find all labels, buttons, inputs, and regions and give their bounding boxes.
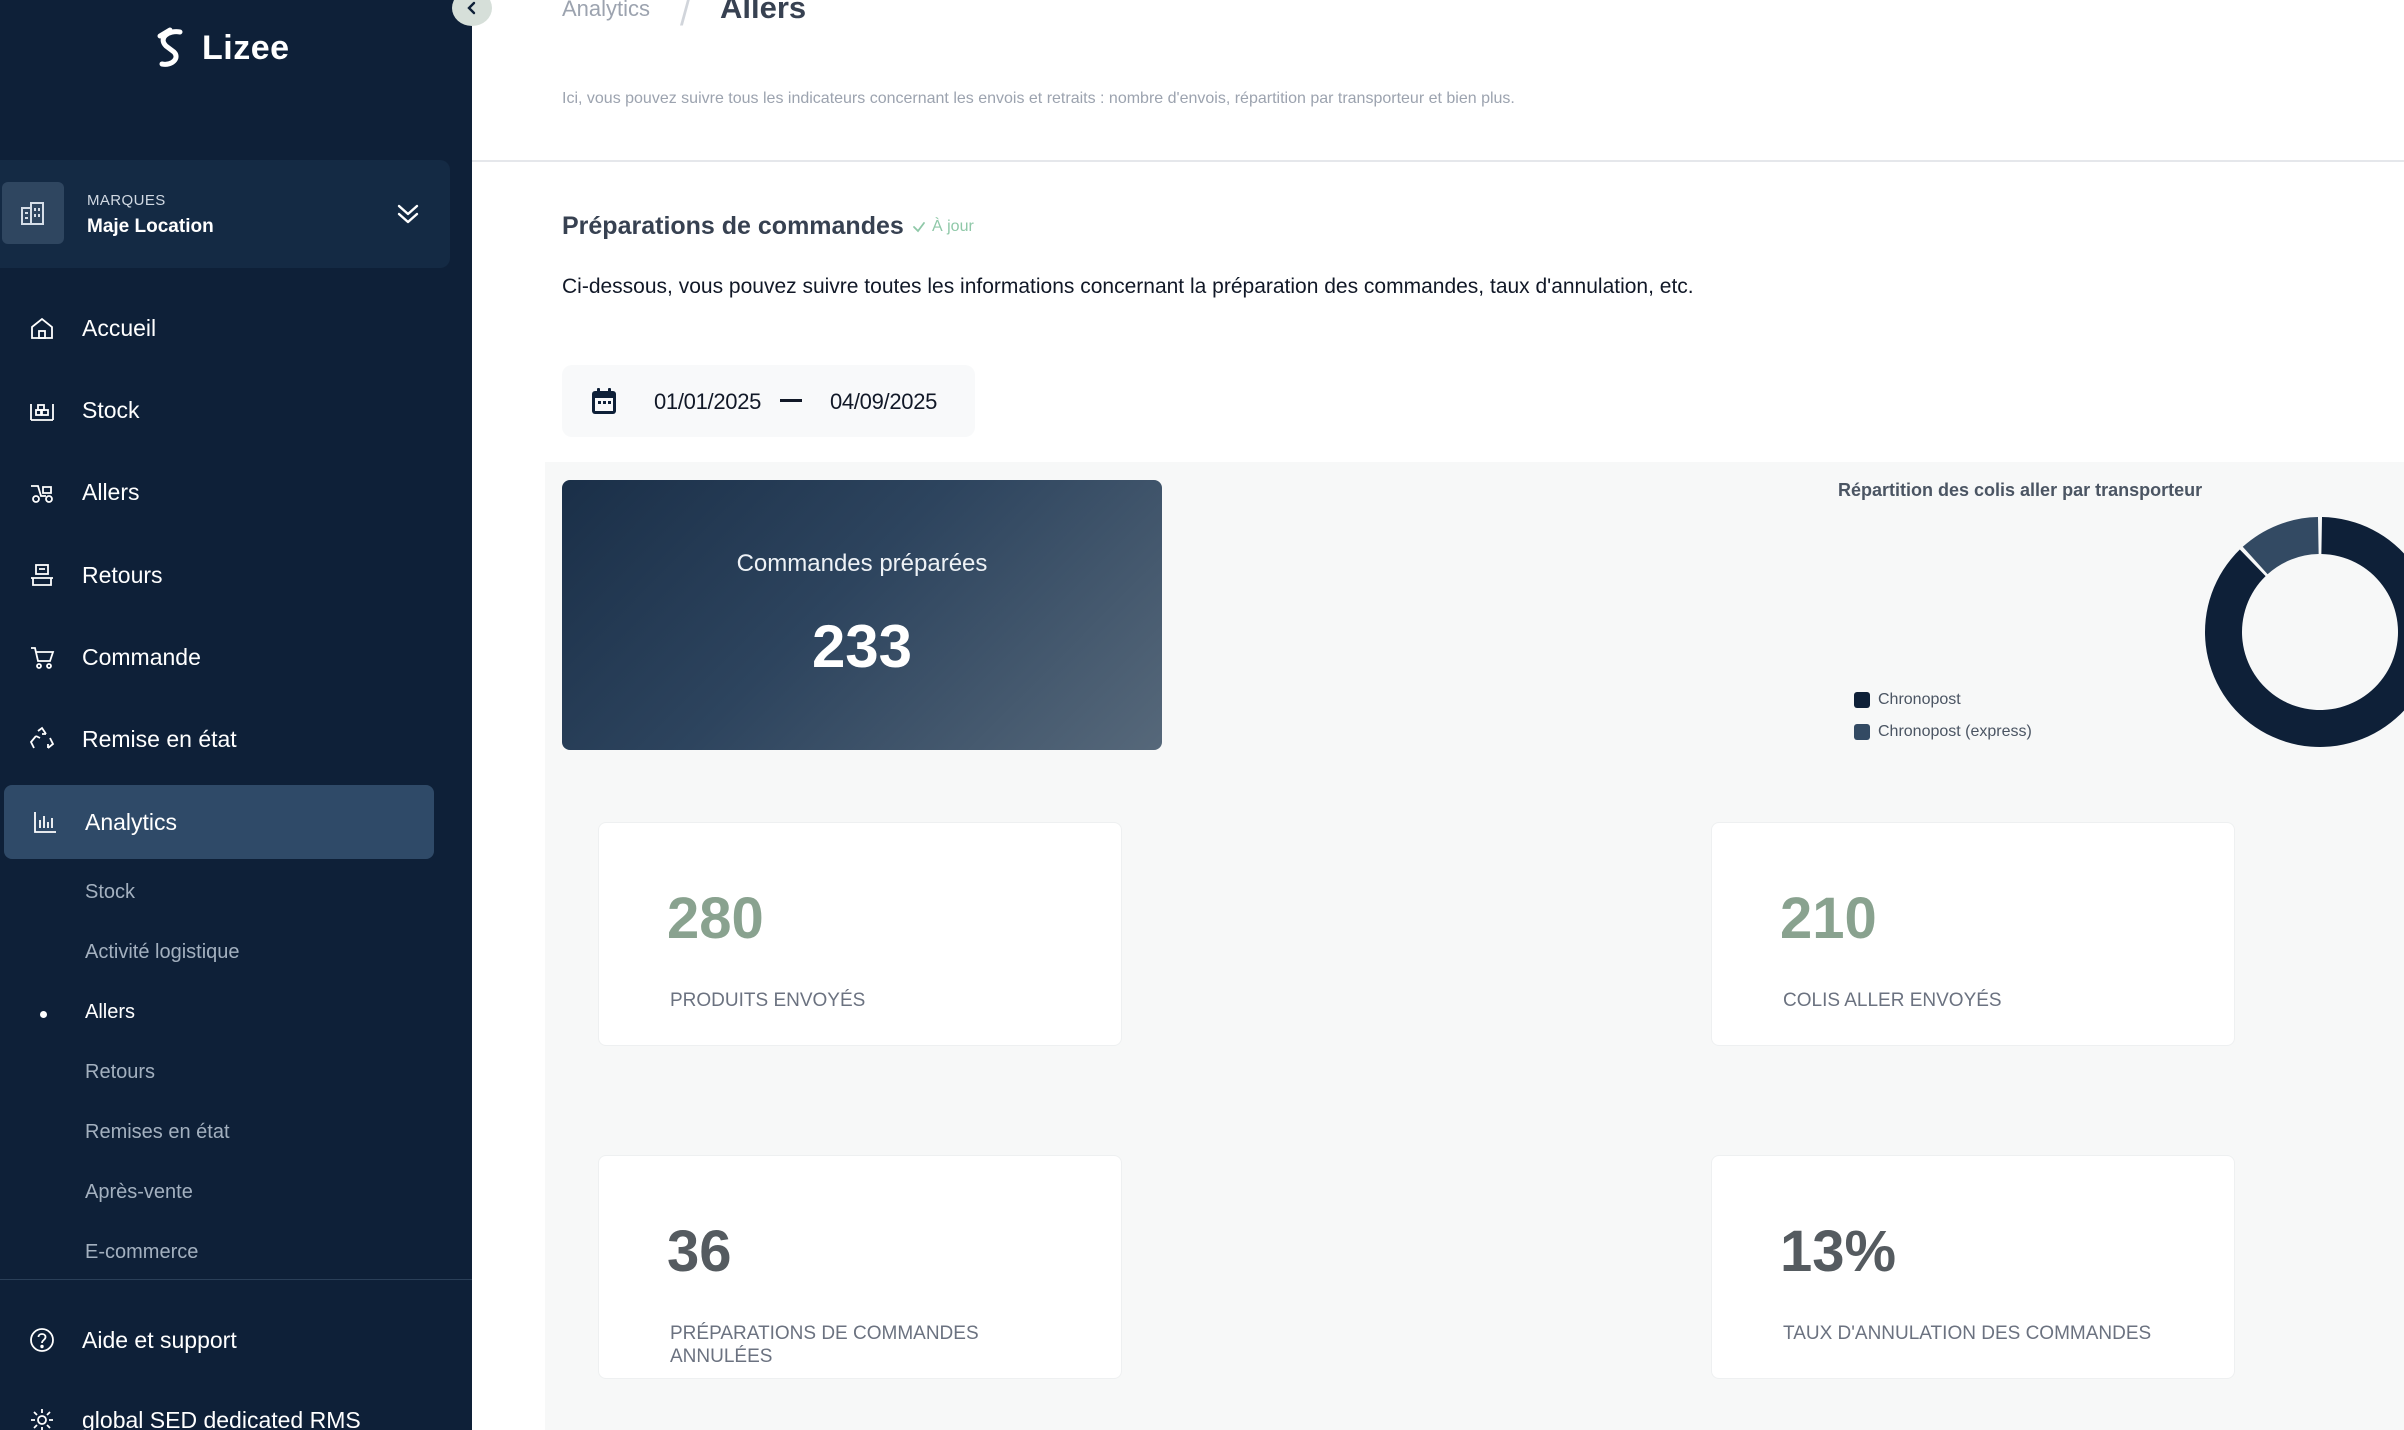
kpi-produits-envoyes: 280 PRODUITS ENVOYÉS [598, 822, 1122, 1046]
nav-item-retours[interactable]: Retours [0, 545, 472, 605]
nav-label: Commande [82, 643, 201, 670]
date-end-input[interactable]: 04/09/2025 [830, 389, 937, 415]
brand-selector[interactable]: MARQUES Maje Location [0, 160, 450, 268]
legend-swatch [1854, 692, 1870, 708]
lizee-logo-icon [157, 27, 183, 67]
current-indicator-dot [40, 1011, 47, 1018]
nav-label: Retours [82, 561, 163, 588]
nav-item-global-sed-dedicated-rms[interactable]: global SED dedicated RMS [0, 1390, 472, 1430]
check-icon [913, 222, 925, 233]
sidebar: Lizee MARQUES Maje Location Accueil Stoc… [0, 0, 472, 1430]
warehouse-icon [30, 404, 54, 421]
brand-caption: MARQUES [87, 192, 166, 209]
return-icon [31, 564, 53, 586]
subnav-item-retours[interactable]: Retours [85, 1061, 155, 1084]
nav-item-commande[interactable]: Commande [0, 627, 472, 687]
nav-label: Allers [82, 478, 140, 505]
nav-item-stock[interactable]: Stock [0, 380, 472, 440]
bar-chart-icon [34, 812, 56, 833]
subnav-item-stock[interactable]: Stock [85, 881, 135, 904]
lizee-logo[interactable]: Lizee [150, 26, 290, 70]
nav-item-aide-et-support[interactable]: Aide et support [0, 1310, 472, 1370]
hero-label: Commandes préparées [736, 550, 988, 577]
breadcrumb-separator: / [680, 0, 691, 33]
kpi-value: 13% [1780, 1219, 1897, 1284]
breadcrumb-analytics[interactable]: Analytics [562, 0, 650, 22]
nav-label: Analytics [85, 808, 178, 835]
subnav-item-apres-vente[interactable]: Après-vente [85, 1181, 193, 1204]
nav-label: global SED dedicated RMS [82, 1406, 361, 1430]
nav-label: Remise en état [82, 725, 237, 752]
brand-name: Maje Location [87, 216, 214, 237]
legend-item-chronopost[interactable]: Chronopost [1854, 684, 2032, 716]
section-title: Préparations de commandes [562, 212, 904, 240]
status-badge: À jour [912, 218, 974, 236]
nav-item-remise-en-etat[interactable]: Remise en état [0, 709, 472, 769]
chevron-double-down-icon[interactable] [392, 198, 424, 230]
subnav-item-activite-logistique[interactable]: Activité logistique [85, 941, 240, 964]
legend-item-chronopost-express[interactable]: Chronopost (express) [1854, 716, 2032, 748]
building-icon [2, 182, 64, 244]
page-title: Allers [720, 0, 807, 25]
nav-label: Accueil [82, 314, 157, 341]
nav-item-accueil[interactable]: Accueil [0, 298, 472, 358]
kpi-value: 36 [667, 1219, 732, 1284]
sidebar-divider [0, 1279, 472, 1280]
help-icon [30, 1328, 54, 1352]
recycle-icon [29, 726, 55, 749]
date-range-separator [780, 399, 802, 402]
gear-icon [31, 1409, 53, 1430]
commandes-preparees-card: Commandes préparées 233 [562, 480, 1162, 750]
cart-icon [31, 647, 55, 669]
kpi-preparations-annulees: 36 PRÉPARATIONS DE COMMANDES ANNULÉES [598, 1155, 1122, 1379]
date-range-picker[interactable]: 01/01/2025 04/09/2025 [562, 365, 975, 437]
chart-legend: Chronopost Chronopost (express) [1854, 684, 2032, 748]
page-description: Ici, vous pouvez suivre tous les indicat… [562, 90, 1515, 107]
calendar-icon [592, 388, 616, 414]
kpi-value: 210 [1780, 886, 1877, 951]
home-icon [31, 317, 53, 339]
kpi-taux-annulation: 13% TAUX D'ANNULATION DES COMMANDES [1711, 1155, 2235, 1379]
donut-chart [2205, 517, 2404, 747]
kpi-colis-aller-envoyes: 210 COLIS ALLER ENVOYÉS [1711, 822, 2235, 1046]
chevron-left-icon [467, 1, 476, 15]
nav-item-analytics[interactable]: Analytics [4, 785, 434, 859]
legend-label: Chronopost (express) [1878, 723, 2032, 740]
section-description: Ci-dessous, vous pouvez suivre toutes le… [562, 275, 1694, 298]
subnav-item-remises-en-etat[interactable]: Remises en état [85, 1121, 230, 1144]
nav-label: Stock [82, 396, 140, 423]
kpi-label: PRÉPARATIONS DE COMMANDES ANNULÉES [670, 1323, 979, 1367]
kpi-label: COLIS ALLER ENVOYÉS [1783, 990, 2002, 1011]
status-text: À jour [932, 218, 974, 235]
kpi-value: 280 [667, 886, 764, 951]
nav-item-allers[interactable]: Allers [0, 462, 472, 522]
kpi-label: TAUX D'ANNULATION DES COMMANDES [1783, 1323, 2152, 1344]
delivery-icon [31, 485, 53, 503]
legend-swatch [1854, 724, 1870, 740]
nav-label: Aide et support [82, 1326, 237, 1353]
hero-value: 233 [811, 613, 913, 680]
kpi-label: PRODUITS ENVOYÉS [670, 990, 866, 1011]
logo-text: Lizee [202, 28, 290, 67]
chart-title: Répartition des colis aller par transpor… [1838, 480, 2203, 500]
subnav-item-e-commerce[interactable]: E-commerce [85, 1241, 198, 1264]
legend-label: Chronopost [1878, 691, 1961, 708]
date-start-input[interactable]: 01/01/2025 [654, 389, 761, 415]
header-divider [472, 160, 2404, 162]
subnav-item-allers[interactable]: Allers [85, 1001, 135, 1024]
